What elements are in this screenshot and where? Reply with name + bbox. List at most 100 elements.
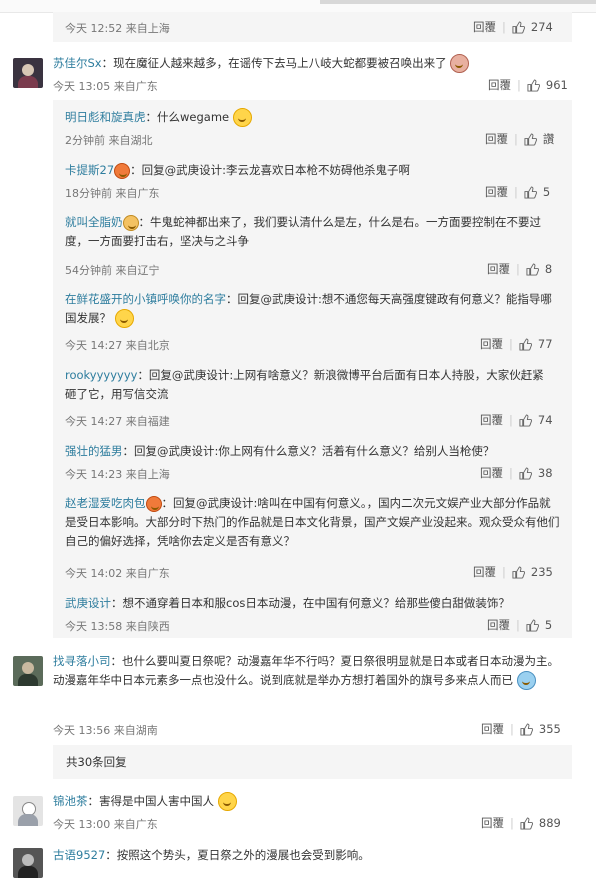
reply-time: 2分钟前 来自湖北 (65, 134, 153, 147)
comment-actions: 回覆 | 274 (473, 19, 553, 35)
reply-actions: 回覆 | 77 (480, 336, 553, 352)
user-name[interactable]: 古语9527 (53, 848, 105, 862)
like-count: 77 (537, 337, 553, 351)
reply-text: ：回复@武庚设计:李云龙喜欢日本枪不妨碍他杀鬼子啊 (130, 163, 411, 177)
medal-icon (114, 162, 131, 179)
user-name[interactable]: 赵老湿爱吃肉包 (65, 496, 146, 510)
user-name[interactable]: 就叫全脂奶 (65, 215, 123, 229)
thumb-up-icon[interactable] (527, 78, 540, 92)
comment-text: ：按照这个势头，夏日祭之外的漫展也会受到影响。 (105, 848, 370, 862)
comment-text: ：现在魔征人越来越多，在谣传下去马上八岐大蛇都要被召唤出来了 (101, 56, 447, 70)
reply-time: 今天 13:58 来自陕西 (65, 620, 170, 633)
reply-button[interactable]: 回覆 (481, 721, 504, 737)
user-name[interactable]: 强壮的猛男 (65, 444, 123, 458)
thumb-up-icon[interactable] (526, 262, 539, 276)
reply-item: 就叫全脂奶 ：牛鬼蛇神都出来了，我们要认清什么是左，什么是右。一方面要控制在不要过… (65, 213, 555, 251)
like-count: 讚 (542, 132, 555, 146)
like-count: 5 (544, 618, 553, 632)
more-replies-button[interactable]: 共30条回复 (53, 745, 572, 779)
reply-item: 在鲜花盛开的小镇呼唤你的名字：回复@武庚设计:想不通您每天高强度键政有何意义？能… (65, 290, 555, 328)
reply-button[interactable]: 回覆 (473, 564, 496, 580)
like-count: 889 (538, 816, 561, 830)
comment-time: 今天 13:56 来自湖南 (53, 724, 158, 737)
reply-time: 今天 14:27 来自北京 (65, 339, 170, 352)
laugh-cry-emoji-icon (516, 671, 536, 690)
reply-actions: 回覆 | 74 (480, 412, 553, 428)
reply-button[interactable]: 回覆 (480, 412, 503, 428)
thumb-up-icon[interactable] (524, 185, 537, 199)
thumb-up-icon[interactable] (524, 132, 537, 146)
comment-item: 锦池茶：害得是中国人害中国人 (53, 792, 483, 811)
comment-actions: 回覆 | 961 (488, 77, 568, 93)
reply-item: 卡提斯27 ：回复@武庚设计:李云龙喜欢日本枪不妨碍他杀鬼子啊 (65, 161, 555, 180)
thumb-up-icon[interactable] (512, 20, 525, 34)
like-count: 8 (544, 262, 553, 276)
reply-time: 今天 14:27 来自福建 (65, 415, 170, 428)
reply-time: 今天 14:23 来自上海 (65, 468, 170, 481)
user-name[interactable]: 在鲜花盛开的小镇呼唤你的名字 (65, 292, 226, 306)
user-name[interactable]: 卡提斯27 (65, 163, 114, 177)
avatar[interactable] (13, 796, 43, 826)
reply-item: 赵老湿爱吃肉包 ：回复@武庚设计:啥叫在中国有何意义。，国内二次元文娱产业大部分作… (65, 494, 561, 551)
medal-icon (145, 495, 162, 512)
comment-time: 今天 13:00 来自广东 (53, 818, 158, 831)
reply-item: rookyyyyyyy：回复@武庚设计:上网有啥意义？新浪微博平台后面有日本人持… (65, 366, 555, 404)
user-name[interactable]: 苏佳尔Sx (53, 56, 102, 70)
like-count: 5 (542, 185, 551, 199)
badge-icon (122, 214, 139, 231)
reply-button[interactable]: 回覆 (485, 131, 508, 147)
like-count: 961 (545, 78, 568, 92)
reply-button[interactable]: 回覆 (487, 261, 510, 277)
reply-item: 明日彪和旋真虎：什么wegame (65, 108, 555, 127)
thumb-up-icon[interactable] (520, 816, 533, 830)
thumb-up-icon[interactable] (519, 466, 532, 480)
emoji-icon (114, 309, 134, 328)
user-name[interactable]: 明日彪和旋真虎 (65, 110, 146, 124)
like-count: 38 (537, 466, 553, 480)
avatar[interactable] (13, 58, 43, 88)
reply-text: ：回复@武庚设计:你上网有什么意义？活着有什么意义？给别人当枪使？ (122, 444, 495, 458)
reply-text: ：什么wegame (145, 110, 230, 124)
reply-actions: 回覆 | 讚 (485, 131, 555, 147)
user-name[interactable]: 武庚设计 (65, 596, 111, 610)
thumb-up-icon[interactable] (526, 618, 539, 632)
comment-time: 今天 12:52 来自上海 (65, 22, 170, 35)
user-name[interactable]: 找寻落小司 (53, 654, 111, 668)
comment-item: 找寻落小司：也什么要叫夏日祭呢？动漫嘉年华不行吗？夏日祭很明显就是日本或者日本动… (53, 652, 563, 690)
reply-button[interactable]: 回覆 (480, 465, 503, 481)
like-count: 74 (537, 413, 553, 427)
reply-actions: 回覆 | 235 (473, 564, 553, 580)
reply-button[interactable]: 回覆 (473, 19, 496, 35)
comment-text: ：也什么要叫夏日祭呢？动漫嘉年华不行吗？夏日祭很明显就是日本或者日本动漫为主。动… (53, 654, 559, 687)
thumb-up-icon[interactable] (512, 565, 525, 579)
reply-time: 18分钟前 来自广东 (65, 187, 160, 200)
thumb-up-icon[interactable] (519, 413, 532, 427)
thumb-up-icon[interactable] (520, 722, 533, 736)
horizontal-scrollbar[interactable] (320, 0, 596, 4)
thumb-up-icon[interactable] (519, 337, 532, 351)
comment-time: 今天 13:05 来自广东 (53, 80, 158, 93)
comment-item: 苏佳尔Sx：现在魔征人越来越多，在谣传下去马上八岐大蛇都要被召唤出来了 (53, 54, 483, 73)
reply-button[interactable]: 回覆 (481, 815, 504, 831)
reply-text: ：想不通穿着日本和服cos日本动漫，在中国有何意义？给那些傻白甜做装饰？ (111, 596, 510, 610)
reply-button[interactable]: 回覆 (487, 617, 510, 633)
reply-actions: 回覆 | 5 (485, 184, 551, 200)
avatar[interactable] (13, 656, 43, 686)
like-count: 274 (530, 20, 553, 34)
reply-actions: 回覆 | 8 (487, 261, 553, 277)
reply-time: 54分钟前 来自辽宁 (65, 264, 160, 277)
reply-actions: 回覆 | 38 (480, 465, 553, 481)
emoji-icon (232, 108, 252, 127)
more-replies-label: 共30条回复 (66, 755, 127, 769)
emoji-icon (217, 792, 237, 811)
reply-button[interactable]: 回覆 (488, 77, 511, 93)
avatar[interactable] (13, 848, 43, 878)
user-name[interactable]: rookyyyyyyy (65, 368, 137, 382)
user-name[interactable]: 锦池茶 (53, 794, 88, 808)
reply-button[interactable]: 回覆 (485, 184, 508, 200)
like-count: 355 (538, 722, 561, 736)
emoji-icon (450, 54, 470, 73)
reply-button[interactable]: 回覆 (480, 336, 503, 352)
comment-text: ：害得是中国人害中国人 (87, 794, 215, 808)
comment-item: 古语9527：按照这个势头，夏日祭之外的漫展也会受到影响。 (53, 846, 553, 865)
